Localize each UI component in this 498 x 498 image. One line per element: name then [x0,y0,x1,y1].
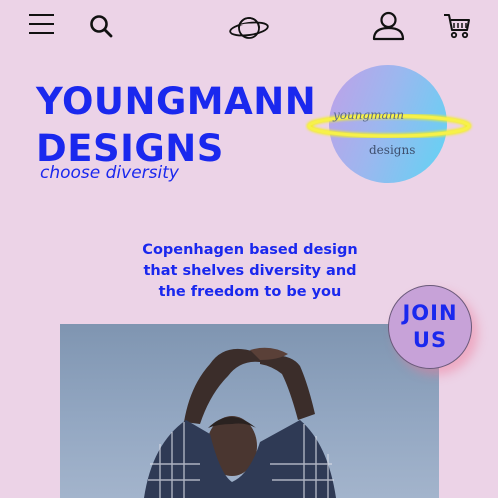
top-navigation-bar [0,0,498,55]
brand-title-line1: YOUNGMANN [36,80,317,123]
about-line: the freedom to be you [158,284,342,300]
menu-icon[interactable] [29,12,55,38]
logo-word-youngmann: youngmann [333,108,405,122]
logo-ring-icon [306,113,472,139]
join-us-label-line2: US [412,328,448,352]
join-us-label-line1: JOIN [402,301,458,325]
user-icon[interactable] [372,11,405,41]
search-icon[interactable] [89,14,115,40]
join-us-button[interactable]: JOIN US [388,285,472,369]
brand-tagline: choose diversity [40,163,179,183]
about-line: Copenhagen based design [142,242,358,258]
logo-word-designs: designs [369,143,416,157]
cart-icon[interactable] [442,12,472,40]
planet-icon[interactable] [228,12,270,44]
brand-title: YOUNGMANN DESIGNS [36,78,316,172]
about-line: that shelves diversity and [143,263,357,279]
about-text: Copenhagen based design that shelves div… [130,240,370,303]
brand-logo: youngmann designs [305,62,475,187]
hero-photo [60,324,439,498]
